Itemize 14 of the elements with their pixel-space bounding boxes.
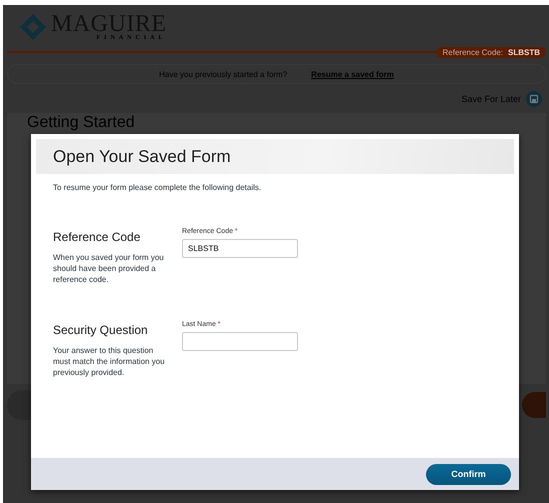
section-description: Your answer to this question must match the information you previously provided. bbox=[53, 345, 166, 378]
confirm-button[interactable]: Confirm bbox=[426, 464, 511, 484]
page-title: Getting Started bbox=[27, 114, 135, 131]
input-field[interactable] bbox=[182, 332, 298, 351]
section-heading: Reference Code bbox=[53, 230, 142, 244]
diamond-logo-icon bbox=[19, 13, 47, 41]
reference-code-badge: Reference Code: SLBSTB bbox=[436, 46, 546, 58]
section-heading: Security Question bbox=[53, 323, 149, 337]
next-button-background bbox=[522, 392, 546, 418]
save-icon[interactable] bbox=[526, 91, 542, 107]
input-field[interactable]: SLBSTB bbox=[182, 239, 298, 258]
intro-text: To resume your form please complete the following details. bbox=[53, 183, 262, 192]
modal-title: Open Your Saved Form bbox=[53, 146, 231, 166]
section-description: When you saved your form you should have been provided a reference code. bbox=[53, 252, 165, 285]
